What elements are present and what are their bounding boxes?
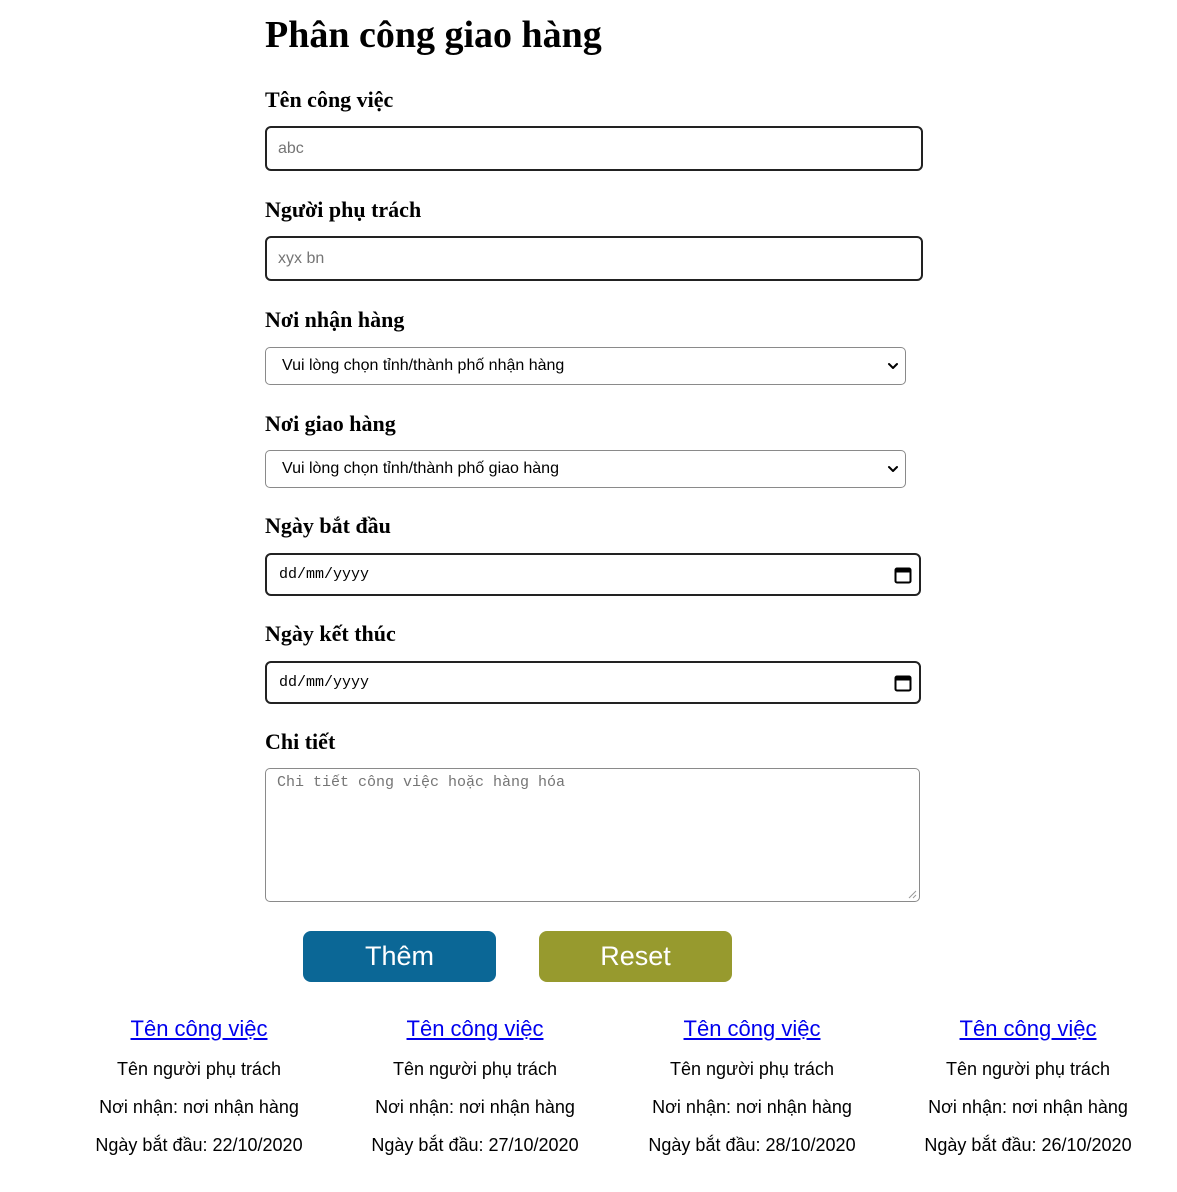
calendar-icon[interactable]: [893, 673, 913, 693]
resize-handle-icon[interactable]: [907, 889, 917, 899]
pickup-place-selected-value: Vui lòng chọn tỉnh/thành phố nhận hàng: [282, 357, 565, 374]
details-textarea[interactable]: Chi tiết công việc hoặc hàng hóa: [265, 768, 920, 902]
task-card-person: Tên người phụ trách: [393, 1059, 557, 1079]
start-date-value: dd/mm/yyyy: [279, 566, 370, 583]
add-button[interactable]: Thêm: [303, 931, 496, 982]
task-card-start-date: Ngày bắt đầu: 27/10/2020: [371, 1135, 579, 1155]
end-date-value: dd/mm/yyyy: [279, 674, 370, 691]
calendar-icon[interactable]: [893, 565, 913, 585]
pickup-place-label: Nơi nhận hàng: [265, 307, 405, 332]
reset-button[interactable]: Reset: [539, 931, 732, 982]
task-card-start-date: Ngày bắt đầu: 22/10/2020: [95, 1135, 303, 1155]
chevron-down-icon: [888, 466, 898, 472]
delivery-place-selected-value: Vui lòng chọn tỉnh/thành phố giao hàng: [282, 460, 559, 477]
task-name-input[interactable]: [265, 126, 923, 171]
task-card-person: Tên người phụ trách: [946, 1059, 1110, 1079]
task-card-pickup: Nơi nhận: nơi nhận hàng: [99, 1097, 299, 1117]
task-card-pickup: Nơi nhận: nơi nhận hàng: [375, 1097, 575, 1117]
start-date-input[interactable]: dd/mm/yyyy: [265, 553, 921, 596]
task-card-start-date: Ngày bắt đầu: 28/10/2020: [648, 1135, 856, 1155]
task-card: Tên công việc Tên người phụ trách Nơi nh…: [614, 1012, 890, 1164]
task-card-title-link[interactable]: Tên công việc: [337, 1012, 613, 1046]
task-card-pickup: Nơi nhận: nơi nhận hàng: [928, 1097, 1128, 1117]
pickup-place-select[interactable]: Vui lòng chọn tỉnh/thành phố nhận hàng: [265, 347, 906, 385]
chevron-down-icon: [888, 363, 898, 369]
page-title: Phân công giao hàng: [265, 14, 602, 56]
task-card-pickup: Nơi nhận: nơi nhận hàng: [652, 1097, 852, 1117]
delivery-place-label: Nơi giao hàng: [265, 411, 396, 436]
person-in-charge-input[interactable]: [265, 236, 923, 281]
person-in-charge-label: Người phụ trách: [265, 197, 422, 222]
task-card: Tên công việc Tên người phụ trách Nơi nh…: [337, 1012, 613, 1164]
task-card: Tên công việc Tên người phụ trách Nơi nh…: [61, 1012, 337, 1164]
details-placeholder: Chi tiết công việc hoặc hàng hóa: [277, 774, 566, 791]
task-card-title-link[interactable]: Tên công việc: [61, 1012, 337, 1046]
task-card-title-link[interactable]: Tên công việc: [614, 1012, 890, 1046]
task-card: Tên công việc Tên người phụ trách Nơi nh…: [890, 1012, 1166, 1164]
task-card-title-link[interactable]: Tên công việc: [890, 1012, 1166, 1046]
task-name-label: Tên công việc: [265, 87, 394, 112]
task-card-person: Tên người phụ trách: [670, 1059, 834, 1079]
details-label: Chi tiết: [265, 729, 336, 754]
delivery-place-select[interactable]: Vui lòng chọn tỉnh/thành phố giao hàng: [265, 450, 906, 488]
task-card-person: Tên người phụ trách: [117, 1059, 281, 1079]
end-date-input[interactable]: dd/mm/yyyy: [265, 661, 921, 704]
task-card-start-date: Ngày bắt đầu: 26/10/2020: [924, 1135, 1132, 1155]
end-date-label: Ngày kết thúc: [265, 621, 396, 646]
start-date-label: Ngày bắt đầu: [265, 513, 391, 538]
